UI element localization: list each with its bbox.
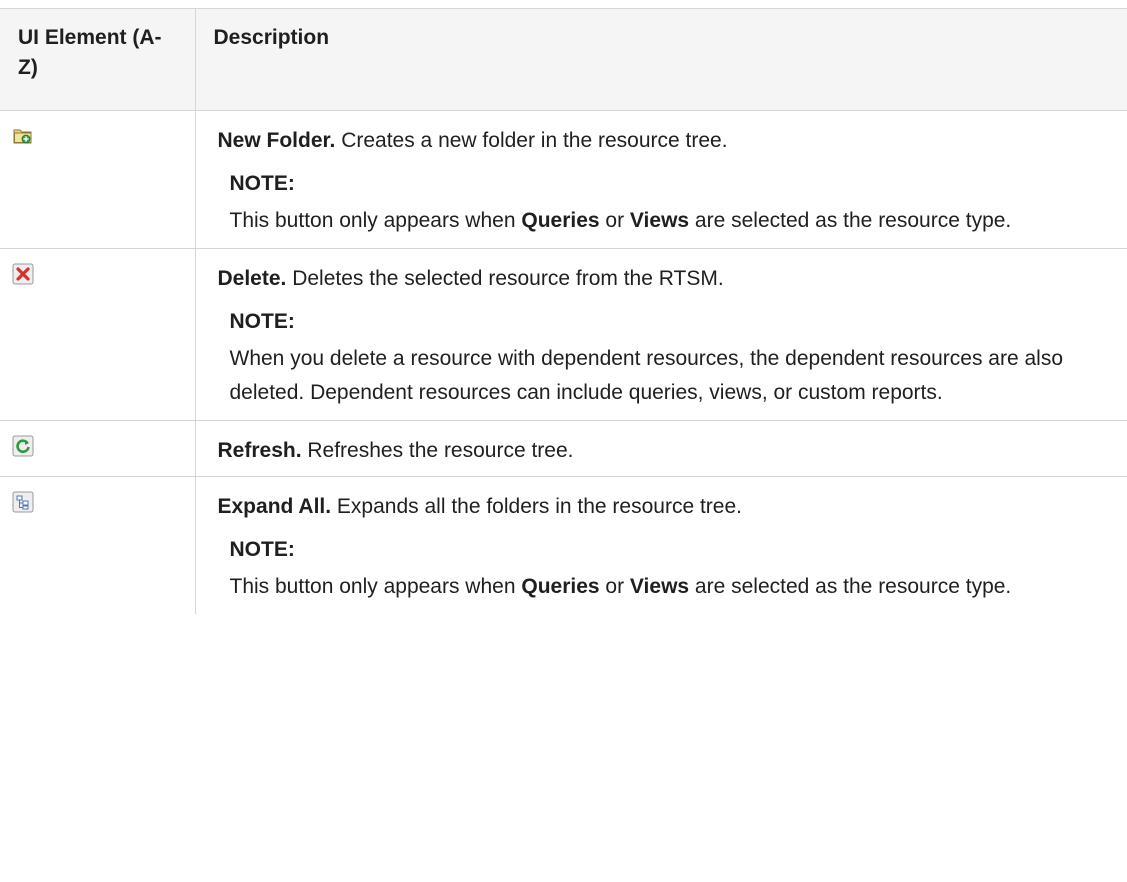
icon-cell xyxy=(0,110,195,249)
note-block: NOTE: When you delete a resource with de… xyxy=(230,306,1110,410)
note-heading: NOTE: xyxy=(229,538,295,561)
element-title: Delete. xyxy=(217,267,287,290)
note-heading: NOTE: xyxy=(229,172,295,195)
element-title: Refresh. xyxy=(217,439,302,462)
element-description: Expands all the folders in the resource … xyxy=(331,495,742,518)
description-cell: Refresh. Refreshes the resource tree. xyxy=(194,420,1127,477)
note-block: NOTE: This button only appears when Quer… xyxy=(230,168,1110,238)
table-row-delete: Delete. Deletes the selected resource fr… xyxy=(0,248,1127,421)
element-description: Refreshes the resource tree. xyxy=(301,439,574,462)
element-title: New Folder. xyxy=(217,129,336,152)
element-title: Expand All. xyxy=(217,495,332,518)
header-description: Description xyxy=(194,8,1127,111)
icon-cell xyxy=(0,248,195,421)
delete-icon xyxy=(12,263,34,285)
note-text: When you delete a resource with dependen… xyxy=(229,347,1064,404)
note-heading: NOTE: xyxy=(229,310,295,333)
ui-elements-table: UI Element (A-Z) Description New Folder.… xyxy=(0,8,1127,614)
table-row-expand-all: Expand All. Expands all the folders in t… xyxy=(0,476,1127,615)
note-text: This button only appears when Queries or… xyxy=(229,575,1012,598)
icon-cell xyxy=(0,420,195,477)
element-description: Creates a new folder in the resource tre… xyxy=(335,129,728,152)
table-row-refresh: Refresh. Refreshes the resource tree. xyxy=(0,420,1127,477)
note-block: NOTE: This button only appears when Quer… xyxy=(230,534,1110,604)
table-header-row: UI Element (A-Z) Description xyxy=(0,8,1127,111)
header-ui-element: UI Element (A-Z) xyxy=(0,8,195,111)
description-cell: Expand All. Expands all the folders in t… xyxy=(194,476,1127,614)
expand-all-icon xyxy=(12,491,34,513)
refresh-icon xyxy=(12,435,34,457)
new-folder-icon xyxy=(12,125,34,147)
note-text: This button only appears when Queries or… xyxy=(229,209,1012,232)
description-cell: New Folder. Creates a new folder in the … xyxy=(194,110,1127,249)
table-row-new-folder: New Folder. Creates a new folder in the … xyxy=(0,110,1127,249)
description-cell: Delete. Deletes the selected resource fr… xyxy=(194,248,1127,421)
icon-cell xyxy=(0,477,195,615)
element-description: Deletes the selected resource from the R… xyxy=(286,267,724,290)
